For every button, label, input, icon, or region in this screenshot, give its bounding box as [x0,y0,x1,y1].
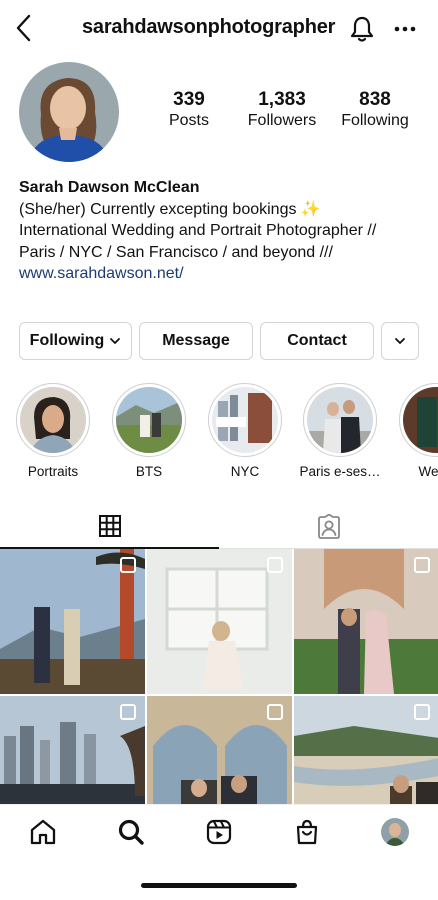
home-indicator [141,883,297,888]
highlight-label: Paris e-ses… [299,464,381,479]
nav-reels[interactable] [204,817,234,847]
chevron-down-icon [395,338,405,344]
tab-posts-grid[interactable] [0,505,219,549]
highlight-cover [307,387,373,453]
highlight-label: Wedd [418,464,438,479]
contact-button[interactable]: Contact [260,322,374,360]
profile-actions: Following Message Contact [19,322,419,360]
followers-stat[interactable]: 1,383 Followers [243,89,321,130]
grid-icon [98,515,121,537]
following-stat[interactable]: 838 Following [336,89,414,130]
following-label: Following [341,112,409,129]
posts-label: Posts [168,112,209,129]
followers-label: Followers [247,112,317,129]
profile-name: Sarah Dawson McClean [19,179,200,196]
highlight-label: BTS [135,464,163,479]
highlight-bts[interactable]: BTS [105,383,193,479]
shop-icon [296,819,318,845]
tab-tagged[interactable] [219,505,438,549]
posts-grid [0,549,438,804]
following-button-label: Following [29,332,105,349]
highlight-portraits[interactable]: Portraits [9,383,97,479]
multiple-posts-icon [414,704,430,720]
nav-home[interactable] [28,817,58,847]
bio-line: Paris / NYC / San Francisco / and beyond… [19,243,333,261]
post-thumbnail[interactable] [294,549,438,694]
nav-profile[interactable] [380,817,410,847]
chevron-left-icon[interactable] [12,13,36,43]
suggested-dropdown-button[interactable] [381,322,419,360]
highlight-label: Portraits [27,464,79,479]
following-button[interactable]: Following [19,322,132,360]
tagged-user-icon [317,514,340,539]
highlight-cover [20,387,86,453]
multiple-posts-icon [414,557,430,573]
post-thumbnail[interactable] [147,549,292,694]
chevron-down-icon [110,338,121,344]
top-bar: sarahdawsonphotographer [0,0,438,58]
reels-icon [206,819,232,845]
highlight-nyc[interactable]: NYC [201,383,289,479]
profile-username: sarahdawsonphotographer [82,16,336,38]
multiple-posts-icon [120,557,136,573]
highlight-label: NYC [230,464,260,479]
bell-icon[interactable] [349,15,375,43]
profile-tabs [0,505,438,549]
profile-avatar [381,818,409,846]
highlight-cover [116,387,182,453]
followers-count: 1,383 [258,89,306,110]
highlight-cover [403,387,438,453]
post-thumbnail[interactable] [0,696,145,804]
highlight-ring [112,383,186,457]
bio-line: (She/her) Currently excepting bookings ✨ [19,200,321,218]
more-icon[interactable] [393,19,417,39]
post-thumbnail[interactable] [294,696,438,804]
highlight-ring [399,383,438,457]
search-icon [118,819,144,845]
highlight-ring [303,383,377,457]
story-highlights: Portraits BTS NYC Paris e-ses… We [0,383,438,483]
nav-search[interactable] [116,817,146,847]
message-button[interactable]: Message [139,322,253,360]
highlight-ring [208,383,282,457]
profile-stats: 339 Posts 1,383 Followers 838 Following [0,89,438,139]
posts-count: 339 [173,89,205,110]
multiple-posts-icon [267,557,283,573]
posts-stat[interactable]: 339 Posts [150,89,228,130]
post-thumbnail[interactable] [147,696,292,804]
bottom-navigation [0,804,438,860]
multiple-posts-icon [120,704,136,720]
nav-shop[interactable] [292,817,322,847]
following-count: 838 [359,89,391,110]
highlight-cover [212,387,278,453]
highlight-wedding[interactable]: Wedd [392,383,438,479]
website-link[interactable]: www.sarahdawson.net/ [19,263,424,285]
profile-bio: Sarah Dawson McClean (She/her) Currently… [19,177,424,285]
post-thumbnail[interactable] [0,549,145,694]
highlight-ring [16,383,90,457]
highlight-paris[interactable]: Paris e-ses… [296,383,384,479]
multiple-posts-icon [267,704,283,720]
bio-line: International Wedding and Portrait Photo… [19,222,377,239]
home-icon [30,819,56,845]
